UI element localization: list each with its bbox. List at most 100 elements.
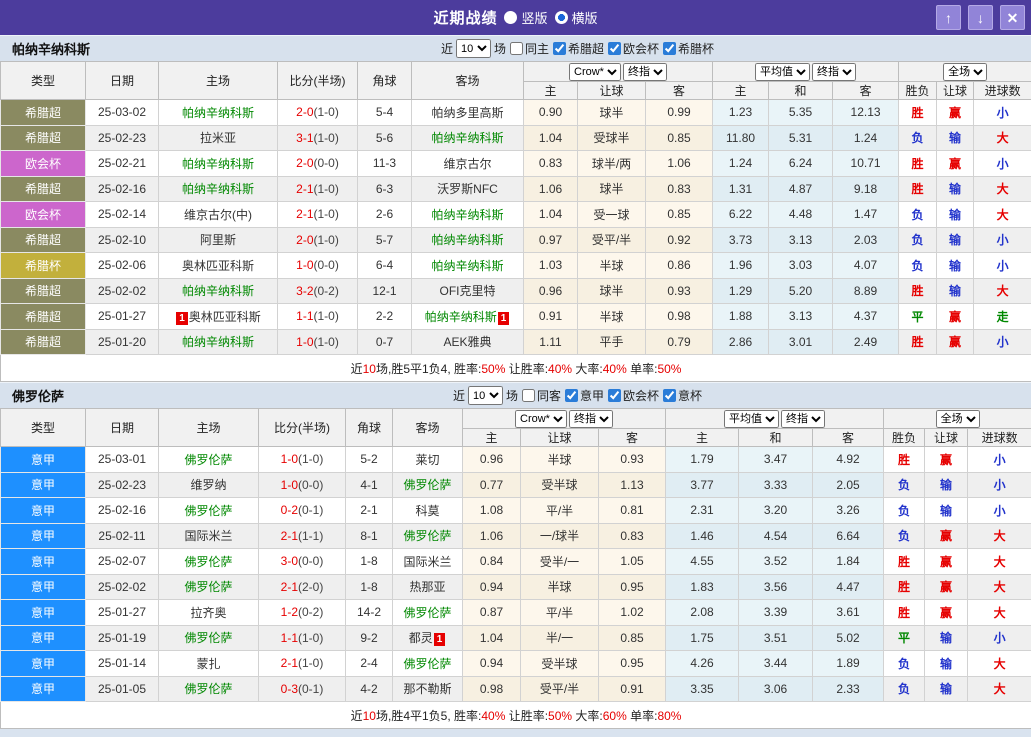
games-label: 场 (506, 387, 518, 404)
crow-final-select[interactable]: 终指 (623, 63, 667, 81)
corners-cell: 4-1 (346, 472, 393, 498)
result-cell-2: 小 (968, 625, 1031, 651)
league-checkbox-label[interactable]: 欧会杯 (607, 387, 659, 404)
match-row: 意甲25-03-01佛罗伦萨1-0(1-0)5-2莱切0.96半球0.931.7… (1, 447, 1031, 473)
league-checkbox-0[interactable] (553, 42, 566, 55)
corners-cell: 9-2 (346, 625, 393, 651)
score-cell: 1-2(0-2) (259, 600, 346, 626)
league-type-badge: 意甲 (1, 447, 86, 473)
titlebar-buttons: ↑ ↓ ✕ (936, 5, 1025, 30)
crow-odds-cell-0: 1.04 (524, 125, 578, 151)
result-cell-0: 胜 (899, 100, 937, 126)
home-team-cell: 佛罗伦萨 (159, 498, 259, 524)
crow-odds-cell-1: 球半 (578, 100, 646, 126)
crow-odds-cell-0: 1.03 (524, 253, 578, 279)
halftime-score: (0-0) (298, 478, 323, 492)
radio-horizontal-icon[interactable] (555, 11, 568, 24)
recent-count-select[interactable]: 10 (456, 39, 491, 58)
result-cell-2: 大 (974, 125, 1031, 151)
score-cell: 3-1(1-0) (278, 125, 358, 151)
league-type-badge: 意甲 (1, 523, 86, 549)
avg-final-select[interactable]: 终指 (781, 410, 825, 428)
date-cell: 25-01-20 (86, 329, 159, 355)
date-cell: 25-03-02 (86, 100, 159, 126)
league-checkbox-label[interactable]: 意甲 (564, 387, 604, 404)
avg-source-select[interactable]: 平均值 (724, 410, 779, 428)
league-type-badge: 意甲 (1, 574, 86, 600)
crow-odds-cell-2: 0.93 (646, 278, 713, 304)
league-checkbox-1[interactable] (608, 42, 621, 55)
league-checkbox-2[interactable] (663, 389, 676, 402)
fulltime-score: 1-1 (281, 631, 298, 645)
subcol-6: 胜负 (884, 429, 925, 447)
summary-segment: 让胜率: (505, 362, 548, 376)
match-row: 希腊超25-02-23拉米亚3-1(1-0)5-6帕纳辛纳科斯1.04受球半0.… (1, 125, 1031, 151)
away-team-name: 帕纳辛纳科斯 (431, 259, 503, 273)
result-cell-1: 赢 (925, 447, 968, 473)
league-checkbox-2[interactable] (663, 42, 676, 55)
summary-segment: 近 (351, 709, 363, 723)
fulltime-score: 2-1 (296, 182, 313, 196)
recent-count-select[interactable]: 10 (468, 386, 503, 405)
avg-source-select[interactable]: 平均值 (755, 63, 810, 81)
crow-source-select[interactable]: Crow* (569, 63, 621, 81)
move-down-button[interactable]: ↓ (968, 5, 993, 30)
away-team-name: AEK雅典 (443, 335, 491, 349)
crow-source-select[interactable]: Crow* (515, 410, 567, 428)
move-up-button[interactable]: ↑ (936, 5, 961, 30)
avg-odds-cell-1: 3.20 (739, 498, 813, 524)
home-team-cell: 国际米兰 (159, 523, 259, 549)
same-venue-checkbox[interactable] (522, 389, 535, 402)
col-away: 客场 (393, 409, 463, 447)
result-cell-0: 胜 (899, 329, 937, 355)
avg-odds-cell-1: 3.33 (739, 472, 813, 498)
league-checkbox-1[interactable] (608, 389, 621, 402)
date-cell: 25-02-23 (86, 125, 159, 151)
league-checkbox-label[interactable]: 意杯 (662, 387, 702, 404)
away-team-cell: 佛罗伦萨 (393, 600, 463, 626)
crow-odds-cell-1: 平手 (578, 329, 646, 355)
league-checkbox-label[interactable]: 希腊超 (552, 40, 604, 57)
avg-odds-cell-0: 1.79 (666, 447, 739, 473)
sections-container: 帕纳辛纳科斯近10场同主希腊超欧会杯希腊杯类型日期主场比分(半场)角球客场Cro… (0, 35, 1031, 729)
avg-odds-cell-1: 3.03 (769, 253, 833, 279)
avg-odds-cell-0: 3.35 (666, 676, 739, 702)
radio-vertical-icon[interactable] (504, 11, 517, 24)
close-button[interactable]: ✕ (1000, 5, 1025, 30)
scope-select[interactable]: 全场 (936, 410, 980, 428)
summary-segment: 50% (548, 709, 572, 723)
match-row: 意甲25-01-27拉齐奥1-2(0-2)14-2佛罗伦萨0.87平/半1.02… (1, 600, 1031, 626)
same-venue-checkbox-label[interactable]: 同客 (521, 387, 561, 404)
same-venue-checkbox[interactable] (510, 42, 523, 55)
avg-final-select[interactable]: 终指 (812, 63, 856, 81)
layout-radio-horizontal[interactable]: 横版 (555, 8, 598, 27)
away-team-name: 那不勒斯 (403, 682, 451, 696)
date-cell: 25-01-05 (86, 676, 159, 702)
corners-cell: 11-3 (358, 151, 412, 177)
corners-cell: 2-6 (358, 202, 412, 228)
league-label: 意杯 (678, 387, 702, 404)
subcol-6: 胜负 (899, 82, 937, 100)
col-away: 客场 (412, 62, 524, 100)
avg-odds-cell-2: 1.24 (833, 125, 899, 151)
avg-odds-cell-2: 1.84 (813, 549, 884, 575)
team-section: 佛罗伦萨近10场同客意甲欧会杯意杯类型日期主场比分(半场)角球客场Crow*终指… (0, 382, 1031, 729)
scope-select[interactable]: 全场 (943, 63, 987, 81)
avg-odds-cell-2: 2.33 (813, 676, 884, 702)
league-checkbox-0[interactable] (565, 389, 578, 402)
crow-odds-cell-1: 半球 (578, 304, 646, 330)
layout-radio-vertical[interactable]: 竖版 (504, 8, 547, 27)
league-type-badge: 欧会杯 (1, 151, 86, 177)
result-cell-2: 大 (968, 600, 1031, 626)
date-cell: 25-01-27 (86, 304, 159, 330)
fulltime-score: 2-1 (296, 207, 313, 221)
crow-final-select[interactable]: 终指 (569, 410, 613, 428)
league-checkbox-label[interactable]: 希腊杯 (662, 40, 714, 57)
league-checkbox-label[interactable]: 欧会杯 (607, 40, 659, 57)
corners-cell: 14-2 (346, 600, 393, 626)
match-row: 意甲25-02-23维罗纳1-0(0-0)4-1佛罗伦萨0.77受半球1.133… (1, 472, 1031, 498)
same-venue-checkbox-label[interactable]: 同主 (509, 40, 549, 57)
header-row-1: 类型日期主场比分(半场)角球客场Crow*终指平均值终指全场 (1, 62, 1031, 82)
col-score: 比分(半场) (278, 62, 358, 100)
home-team-name: 奥林匹亚科斯 (189, 310, 261, 324)
